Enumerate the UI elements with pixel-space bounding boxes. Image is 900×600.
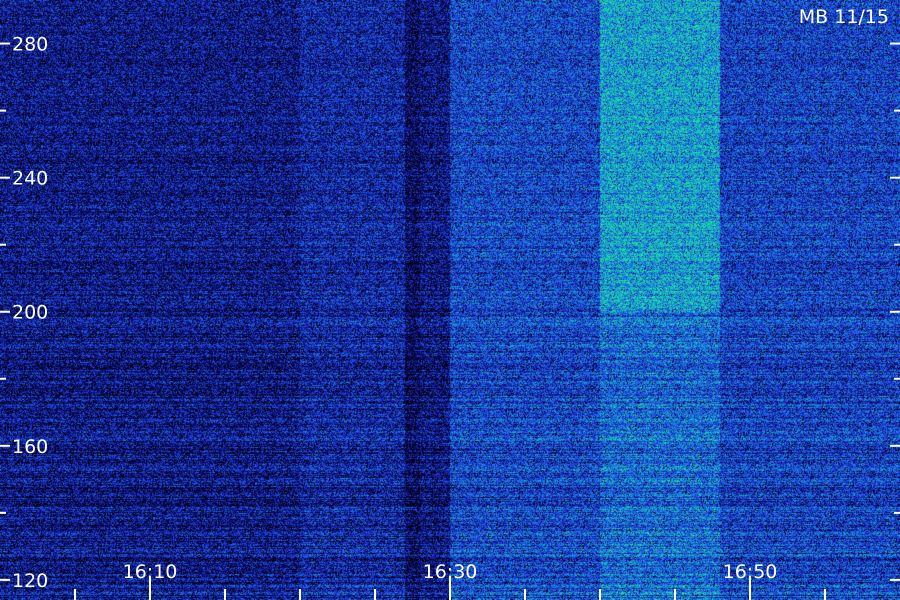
x-tick-label: 16:10 bbox=[123, 561, 178, 583]
y-axis-left: 120 160 200 240 280 bbox=[0, 34, 48, 592]
y-tick-label: 120 bbox=[12, 570, 48, 592]
y-tick-label: 200 bbox=[12, 302, 48, 324]
date-stamp: MB 11/15 bbox=[799, 6, 889, 28]
x-tick-label: 16:50 bbox=[723, 561, 778, 583]
y-tick-label: 280 bbox=[12, 34, 48, 56]
axes-overlay: MB 11/15 120 160 200 240 280 16:10 16:30 16:50 bbox=[0, 6, 900, 600]
y-tick-label: 160 bbox=[12, 436, 48, 458]
x-axis: 16:10 16:30 16:50 bbox=[74, 561, 826, 600]
y-axis-right bbox=[890, 42, 900, 581]
spectrogram-chart: MB 11/15 120 160 200 240 280 16:10 16:30 16:50 bbox=[0, 0, 900, 600]
y-tick-label: 240 bbox=[12, 168, 48, 190]
x-tick-label: 16:30 bbox=[423, 561, 478, 583]
